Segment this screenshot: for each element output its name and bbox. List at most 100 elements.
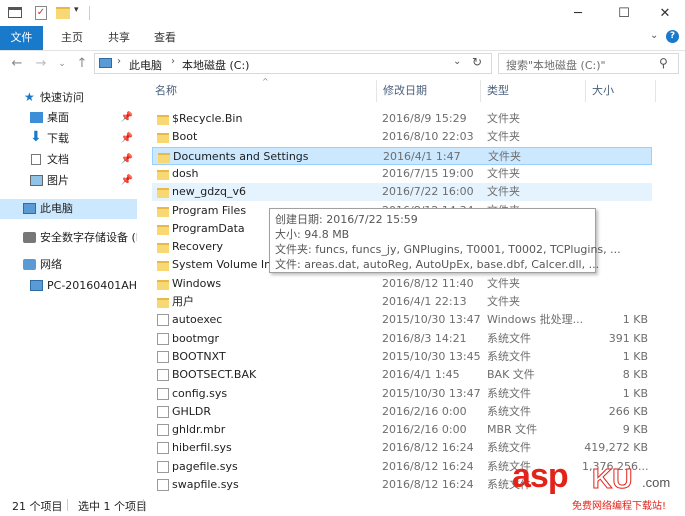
- file-name: autoexec: [172, 313, 223, 327]
- file-icon: [157, 387, 169, 400]
- document-icon: [31, 154, 41, 165]
- sidebar-item-pictures[interactable]: 图片 📌: [0, 171, 137, 191]
- file-name: GHLDR: [172, 404, 212, 418]
- file-size: [582, 110, 648, 128]
- minimize-button[interactable]: ─: [555, 0, 601, 26]
- column-header-date[interactable]: 修改日期: [377, 80, 481, 102]
- sidebar-item-documents[interactable]: 文档 📌: [0, 150, 137, 170]
- sidebar-item-label: 下载: [47, 132, 69, 145]
- file-icon: [157, 479, 169, 491]
- file-row[interactable]: Documents and Settings 2016/4/1 1:47 文件夹: [152, 146, 652, 165]
- watermark-domain: .com: [642, 475, 671, 490]
- dropdown-icon[interactable]: ▾: [74, 5, 79, 15]
- file-row[interactable]: GHLDR 2016/2/16 0:00 系统文件 266 KB: [152, 403, 652, 421]
- breadcrumb-local-disk[interactable]: 本地磁盘 (C:): [182, 57, 249, 73]
- pin-icon[interactable]: 📌: [121, 108, 133, 128]
- pin-icon[interactable]: 📌: [121, 171, 133, 191]
- sidebar-item-this-pc[interactable]: 此电脑: [0, 199, 137, 219]
- file-icon: [157, 424, 169, 437]
- column-header-type[interactable]: 类型: [481, 80, 586, 102]
- file-row[interactable]: new_gdzq_v6 2016/7/22 16:00 文件夹: [152, 183, 652, 202]
- explorer-icon: [8, 7, 22, 18]
- file-date: 2016/4/1 1:47: [383, 149, 461, 163]
- file-row[interactable]: Boot 2016/8/10 22:03 文件夹: [152, 128, 652, 146]
- pc-icon: [30, 280, 43, 291]
- folder-icon: [157, 188, 169, 199]
- file-date: 2016/4/1 22:13: [382, 295, 467, 308]
- folder-icon: [157, 115, 169, 125]
- recent-locations-button[interactable]: ⌄: [53, 54, 71, 74]
- file-date: 2016/8/9 15:29: [382, 112, 467, 125]
- file-size: [582, 128, 648, 146]
- file-name: BOOTSECT.BAK: [172, 368, 257, 382]
- file-size: [582, 183, 648, 201]
- tab-home[interactable]: 主页: [52, 26, 92, 50]
- pin-icon[interactable]: 📌: [121, 150, 133, 170]
- column-header-name[interactable]: 名称: [149, 80, 377, 102]
- file-type: Windows 批处理...: [487, 313, 584, 327]
- sidebar-item-label: 桌面: [47, 111, 69, 124]
- file-row[interactable]: BOOTSECT.BAK 2016/4/1 1:45 BAK 文件 8 KB: [152, 366, 652, 384]
- sidebar-item-downloads[interactable]: ⬇ 下载 📌: [0, 129, 137, 149]
- file-row[interactable]: BOOTNXT 2015/10/30 13:45 系统文件 1 KB: [152, 348, 652, 366]
- file-name: 用户: [172, 295, 194, 308]
- search-input[interactable]: 搜索"本地磁盘 (C:)" ⚲: [498, 53, 679, 74]
- address-dropdown-icon[interactable]: ⌄: [453, 56, 461, 67]
- file-row[interactable]: $Recycle.Bin 2016/8/9 15:29 文件夹: [152, 110, 652, 128]
- column-header-size[interactable]: 大小: [586, 80, 656, 102]
- maximize-button[interactable]: ☐: [601, 0, 647, 26]
- file-row[interactable]: bootmgr 2016/8/3 14:21 系统文件 391 KB: [152, 330, 652, 348]
- file-type: BAK 文件: [487, 368, 535, 382]
- file-row[interactable]: autoexec 2015/10/30 13:47 Windows 批处理... 1 …: [152, 311, 652, 329]
- file-date: 2016/8/12 11:40: [382, 276, 474, 290]
- tab-share[interactable]: 共享: [99, 26, 139, 50]
- file-size: [582, 275, 648, 293]
- close-button[interactable]: ✕: [642, 0, 685, 26]
- folder-icon: [157, 224, 169, 235]
- watermark-brand2: KU: [591, 463, 633, 495]
- file-name: pagefile.sys: [172, 459, 238, 473]
- watermark-tagline: 免费网络编程下载站!: [572, 501, 667, 512]
- file-row[interactable]: Windows 2016/8/12 11:40 文件夹: [152, 275, 652, 293]
- file-row[interactable]: ghldr.mbr 2016/2/16 0:00 MBR 文件 9 KB: [152, 421, 652, 439]
- star-icon: ★: [24, 90, 35, 104]
- refresh-icon[interactable]: ↻: [472, 55, 482, 69]
- new-folder-icon[interactable]: [56, 7, 70, 19]
- tab-file[interactable]: 文件: [0, 26, 43, 50]
- file-icon: [157, 314, 169, 327]
- breadcrumb-this-pc[interactable]: 此电脑: [129, 57, 162, 73]
- sidebar-item-desktop[interactable]: 桌面 📌: [0, 108, 137, 128]
- sidebar-item-quick-access[interactable]: ★ 快速访问: [0, 88, 137, 108]
- file-row[interactable]: config.sys 2015/10/30 13:47 系统文件 1 KB: [152, 385, 652, 403]
- file-date: 2015/10/30 13:45: [382, 349, 481, 363]
- file-date: 2016/7/15 19:00: [382, 166, 474, 180]
- breadcrumb-separator: ›: [171, 56, 175, 67]
- sidebar-item-label: 快速访问: [40, 91, 84, 104]
- file-type: 系统文件: [487, 349, 531, 363]
- file-size: 9 KB: [622, 423, 648, 437]
- file-icon: [157, 332, 169, 345]
- file-size: 1 KB: [622, 313, 648, 327]
- file-row[interactable]: 用户 2016/4/1 22:13 文件夹: [152, 293, 652, 311]
- file-date: 2015/10/30 13:47: [382, 386, 481, 400]
- pin-icon[interactable]: 📌: [121, 129, 133, 149]
- tooltip-files: 文件: areas.dat, autoReg, AutoUpEx, base.d…: [275, 258, 600, 271]
- sidebar-item-sd-card[interactable]: 安全数字存储设备 (F: [0, 228, 137, 248]
- file-row[interactable]: dosh 2016/7/15 19:00 文件夹: [152, 165, 652, 183]
- status-selected-count: 选中 1 个项目: [78, 500, 147, 513]
- properties-icon[interactable]: ✓: [35, 6, 47, 20]
- file-date: 2016/2/16 0:00: [382, 404, 467, 418]
- file-name: $Recycle.Bin: [172, 112, 243, 125]
- file-date: 2016/8/12 16:24: [382, 441, 474, 455]
- sidebar-item-label: 图片: [47, 174, 69, 187]
- sidebar-item-network[interactable]: 网络: [0, 255, 137, 275]
- tab-view[interactable]: 查看: [145, 26, 185, 50]
- ribbon-expand-icon[interactable]: ⌄: [650, 30, 658, 41]
- help-icon[interactable]: ?: [666, 30, 679, 43]
- address-bar[interactable]: › 此电脑 › 本地磁盘 (C:) ⌄ ↻: [94, 53, 492, 74]
- sidebar-item-pc-20160401ahd[interactable]: PC-20160401AHD: [0, 276, 137, 296]
- forward-button[interactable]: →: [32, 54, 50, 74]
- up-button[interactable]: ↑: [73, 54, 91, 74]
- file-size: 391 KB: [608, 331, 648, 345]
- back-button[interactable]: ←: [8, 54, 26, 74]
